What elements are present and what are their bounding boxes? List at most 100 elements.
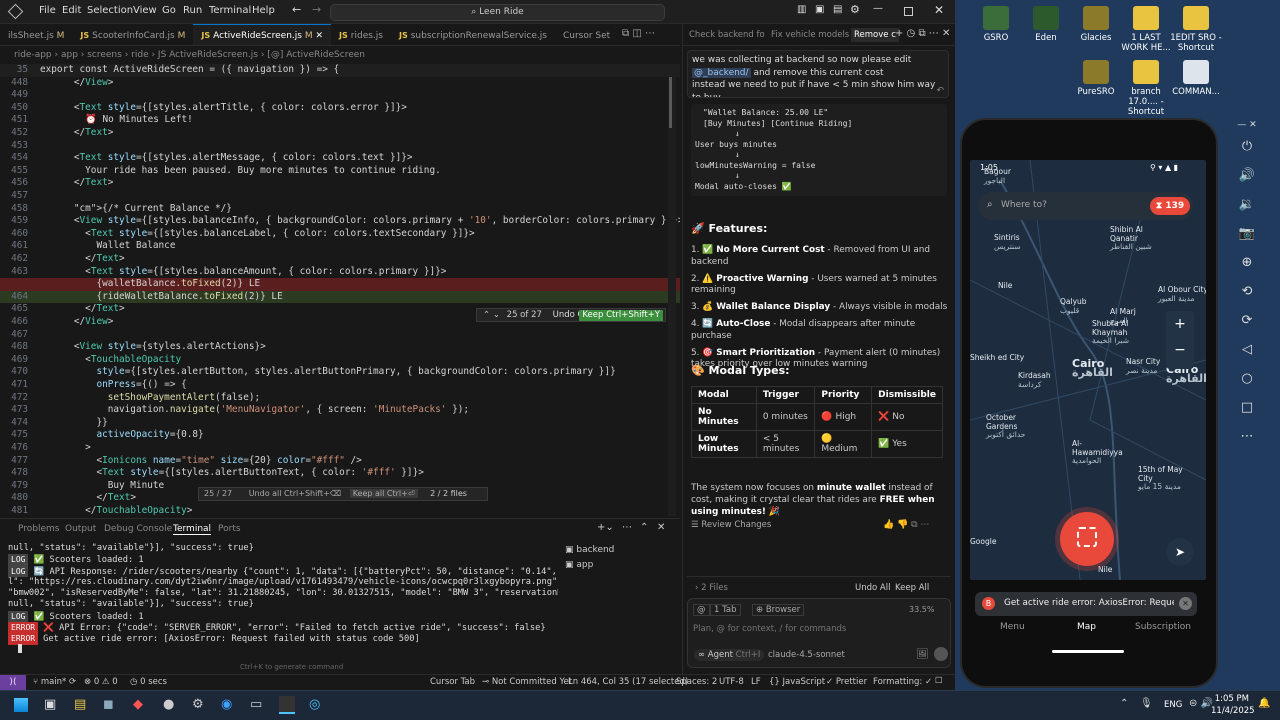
scan-button[interactable] [1060,512,1114,566]
tab-close-icon[interactable]: ✕ [315,31,323,41]
cursor-app-icon[interactable] [279,696,295,714]
desktop-icon[interactable]: 1 LAST WORK HE... [1118,6,1174,53]
power-icon[interactable]: ⏻ [1232,132,1262,161]
code-line[interactable]: 456 </Text> [0,177,680,190]
menu-view[interactable]: View [133,5,157,16]
indentation[interactable]: Spaces: 2 [676,677,717,687]
menu-selection[interactable]: Selection [87,5,133,16]
app-icon[interactable]: ◼ [103,697,114,712]
code-line[interactable]: 477 <Ionicons name="time" size={20} colo… [0,455,680,468]
code-line[interactable]: 469 <TouchableOpacity [0,354,680,367]
microphone-icon[interactable]: 🎙 [1140,698,1153,709]
menu-go[interactable]: Go [162,5,176,16]
undo-all-button[interactable]: Undo all Ctrl+Shift+⌫ [249,489,341,498]
menu-edit[interactable]: Edit [62,5,81,16]
layout-secondary-icon[interactable]: ▤ [833,4,842,15]
code-line[interactable]: 481 </TouchableOpacity> [0,505,680,516]
network-volume-icons[interactable]: ⊜ 🔊 [1189,698,1213,709]
locate-me-button[interactable]: ➤ [1166,538,1194,566]
command-center-search[interactable]: ⌕ Leen Ride [330,4,665,21]
volume-up-icon[interactable]: 🔊 [1232,161,1262,190]
code-line[interactable]: 463 <Text style={[styles.balanceAmount, … [0,266,680,279]
desktop-icon[interactable]: Eden [1018,6,1074,43]
code-line[interactable]: 458 "cm">{/* Current Balance */} [0,203,680,216]
close-panel-icon[interactable]: ✕ [657,522,665,533]
code-line[interactable]: 450 <Text style={[styles.alertTitle, { c… [0,102,680,115]
agent-mode-selector[interactable]: ∞ Agent Ctrl+I [694,649,765,661]
keep-all-button[interactable]: Keep all Ctrl+⏎ [349,489,418,498]
formatting-status[interactable]: Formatting: ✓ [873,677,932,687]
tab-activeridescreen[interactable]: JS ActiveRideScreen.js M ✕ [193,24,332,45]
code-line[interactable]: 467 [0,329,680,342]
language-mode[interactable]: {} JavaScript [769,677,825,687]
emulator-window-controls[interactable]: — ✕ [1232,118,1262,132]
chat-tab-check-backend[interactable]: Check backend fo [689,30,765,40]
code-line[interactable]: 449 [0,89,680,102]
tab-scooterinfocard[interactable]: JS ScooterInfoCard.js M [72,25,193,45]
layout-panel-icon[interactable]: ▣ [815,4,824,15]
home-indicator[interactable] [1052,650,1124,653]
scrollbar-thumb[interactable] [669,68,672,128]
keep-change-button[interactable]: Keep Ctrl+Shift+Y [579,310,663,321]
close-window-icon[interactable]: ✕ [934,3,944,17]
tab-terminal[interactable]: Terminal [173,524,212,535]
maximize-panel-icon[interactable]: ⌃ [640,522,648,533]
menu-help[interactable]: Help [252,5,275,16]
code-line[interactable]: 460 <Text style={[styles.balanceLabel, {… [0,228,680,241]
code-line[interactable]: 464 {rideWalletBalance.toFixed(2)} LE [0,290,680,304]
sticky-scroll-line[interactable]: 35 export const ActiveRideScreen = ({ nav… [0,64,680,77]
menu-terminal[interactable]: Terminal [209,5,251,16]
code-line[interactable]: 457 [0,190,680,203]
tab-output[interactable]: Output [65,524,96,534]
where-to-search[interactable]: ⌕ Where to? ⧗ 139 [978,192,1193,220]
back-arrow-icon[interactable]: ← [292,3,301,16]
cursor-position[interactable]: Ln 464, Col 35 (17 selected) [568,677,688,687]
desktop-icon[interactable]: Glacies [1068,6,1124,43]
image-attach-icon[interactable]: 🖼 [916,649,929,660]
home-icon[interactable]: ○ [1232,364,1262,393]
code-line[interactable]: 473 navigation.navigate('MenuNavigator',… [0,404,680,417]
nav-menu[interactable]: Menu [1000,622,1025,632]
nav-subscription[interactable]: Subscription [1135,622,1191,632]
desktop-icon[interactable]: COMMAN... [1168,60,1224,97]
toast-close-icon[interactable]: ✕ [1179,597,1192,610]
code-line[interactable]: 454 <Text style={[styles.alertMessage, {… [0,152,680,165]
code-editor[interactable]: 35 export const ActiveRideScreen = ({ nav… [0,64,680,516]
encoding[interactable]: UTF-8 [719,677,744,687]
chat-input[interactable] [693,622,943,636]
breadcrumb[interactable]: ride-app › app › screens › ride › JS Act… [0,46,680,64]
maximize-icon[interactable] [904,7,913,16]
emulator-app-icon[interactable]: ◎ [309,697,320,712]
keep-all-files-button[interactable]: Keep All [895,583,929,593]
model-selector[interactable]: claude-4.5-sonnet [768,650,845,660]
code-line[interactable]: 474 }} [0,417,680,430]
minutes-badge[interactable]: ⧗ 139 [1150,197,1190,215]
desktop-icon[interactable]: 1EDIT SRO - Shortcut [1168,6,1224,53]
cursor-tab-status[interactable]: Cursor Tab [430,677,475,687]
zoom-in-button[interactable]: + [1166,311,1194,337]
terminal-output[interactable]: null, "status": "available"}], "success"… [8,543,558,645]
terminal-app-icon[interactable]: ▭ [250,697,262,712]
notifications-bell-icon[interactable]: ☐ [935,676,943,686]
add-context-button[interactable]: @ [693,604,710,616]
new-terminal-icon[interactable]: +⌄ [597,522,614,533]
menu-file[interactable]: File [39,5,56,16]
git-branch[interactable]: ⑂ main* ⟳ [33,677,76,687]
code-line[interactable]: 462 </Text> [0,253,680,266]
back-icon[interactable]: ◁ [1232,335,1262,364]
messenger-icon[interactable]: ◉ [221,697,232,712]
backend-mention[interactable]: @_backend/ [692,67,751,78]
editor-scrollbar[interactable] [668,64,676,516]
clock[interactable]: 1:05 PM 11/4/2025 [1211,693,1255,717]
code-line[interactable]: 478 <Text style={[styles.alertButtonText… [0,467,680,480]
settings-icon[interactable]: ⚙ [192,697,204,712]
cursor-logo-icon[interactable] [7,3,24,20]
forward-arrow-icon[interactable]: → [312,3,321,16]
code-line[interactable]: 453 [0,140,680,153]
review-changes-button[interactable]: ☰ Review Changes [691,520,771,530]
error-toast[interactable]: B Get active ride error: AxiosError: Req… [975,592,1197,616]
menu-run[interactable]: Run [183,5,202,16]
browser-context-chip[interactable]: ⊕ Browser [752,604,805,616]
desktop-icon[interactable]: GSRO [968,6,1024,43]
code-line[interactable]: {walletBalance.toFixed(2)} LE [0,278,680,291]
